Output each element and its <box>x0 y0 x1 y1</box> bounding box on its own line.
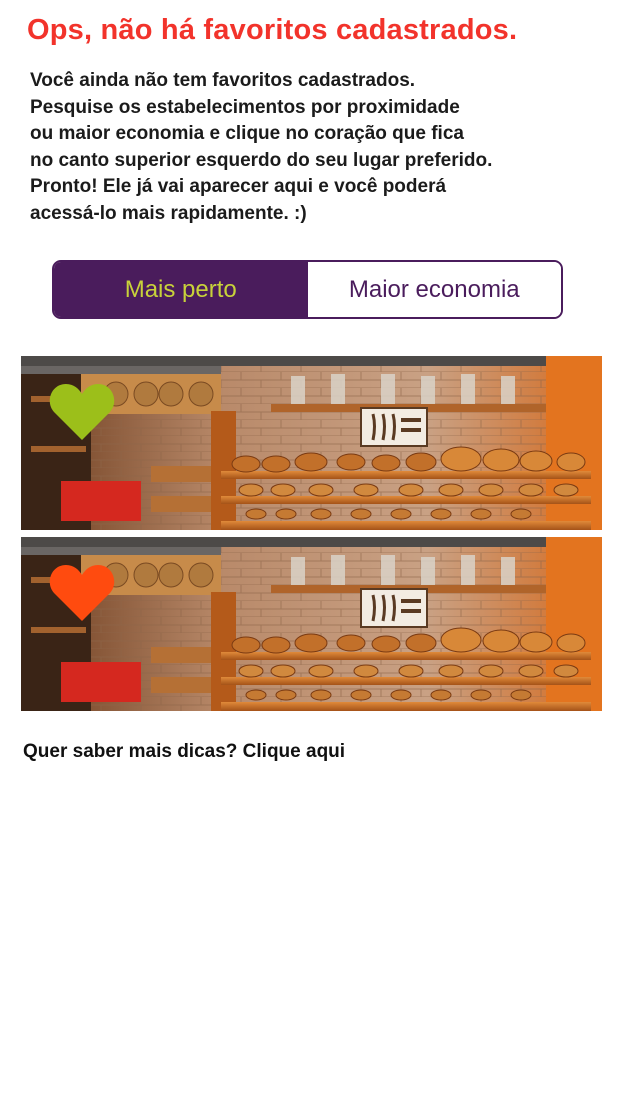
tab-maior-economia[interactable]: Maior economia <box>307 262 561 317</box>
tips-link[interactable]: Quer saber mais dicas? Clique aqui <box>23 741 345 763</box>
empty-state-description: Você ainda não tem favoritos cadastrados… <box>30 68 600 227</box>
description-line: acessá-lo mais rapidamente. :) <box>30 202 307 224</box>
example-favorite-card-2[interactable] <box>21 537 602 711</box>
heart-icon[interactable] <box>49 563 115 623</box>
description-line: no canto superior esquerdo do seu lugar … <box>30 149 493 171</box>
example-favorite-card-1[interactable] <box>21 356 602 530</box>
description-line: Pesquise os estabelecimentos por proximi… <box>30 96 460 118</box>
page-title: Ops, não há favoritos cadastrados. <box>27 14 518 46</box>
tab-mais-perto[interactable]: Mais perto <box>54 262 308 317</box>
heart-icon[interactable] <box>49 382 115 442</box>
description-line: Pronto! Ele já vai aparecer aqui e você … <box>30 176 447 197</box>
description-line: ou maior economia e clique no coração qu… <box>30 123 464 144</box>
description-line: Você ainda não tem favoritos cadastrados… <box>30 70 416 91</box>
sort-toggle: Mais perto Maior economia <box>52 260 563 319</box>
